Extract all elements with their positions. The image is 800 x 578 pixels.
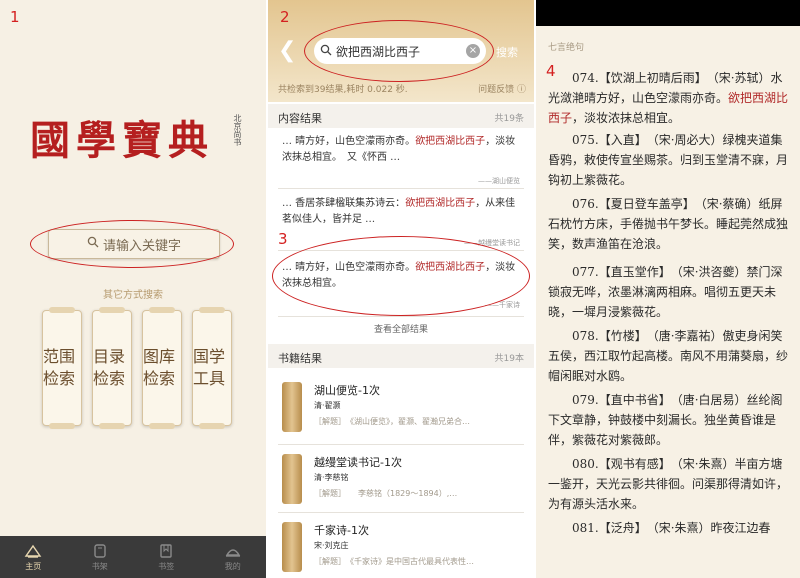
chapter-subtitle: 七言绝句 [548,43,585,53]
result-highlight: 欲把西湖比西子 [405,198,476,209]
highlight-oval [30,220,234,268]
book-title: 千家诗-1次 [314,524,369,537]
result-text: … 晴方好，山色空濛雨亦奇。 [282,136,416,147]
tab-label: 我的 [224,561,241,571]
status-bar [536,0,800,26]
book-item[interactable]: 千家诗-1次 宋·刘克庄 ［解题］ 《千家诗》是中国古代最具代表性… [278,520,524,578]
highlight-oval [304,20,494,82]
home-screen: 1 國學寶典 北京尚书 请输入关键字 其它方式搜索 范围检索 目录检索 图库检索… [0,0,266,578]
back-chevron-icon[interactable]: ❮ [278,38,296,63]
bottom-tab-bar: 主页 书架 书签 我的 [0,536,266,578]
poem-text: 078.【竹楼】 （唐·李嘉祐）傲吏身闲笑五侯，西江取竹起高楼。南风不用蒲葵扇，… [548,329,789,383]
reader-screen: 七言绝句 4 074.【饮湖上初晴后雨】 （宋·苏轼）水光潋滟晴方好，山色空濛雨… [536,0,800,578]
poem-paragraph: 074.【饮湖上初晴后雨】 （宋·苏轼）水光潋滟晴方好，山色空濛雨亦奇。欲把西湖… [548,68,792,128]
poem-paragraph: 081.【泛舟】 （宋·朱熹）昨夜江边春 [548,518,792,538]
step-number: 2 [280,8,290,26]
divider [278,316,524,317]
other-search-label: 其它方式搜索 [103,290,163,301]
view-all-link[interactable]: 查看全部结果 [268,322,534,335]
poem-paragraph: 079.【直中书省】 （唐·白居易）丝纶阁下文章静，钟鼓楼中刻漏长。独坐黄昏谁是… [548,390,792,450]
profile-icon [225,548,240,557]
highlight-oval [272,236,530,316]
divider [278,188,524,189]
poem-text: 081.【泛舟】 （宋·朱熹）昨夜江边春 [572,521,771,535]
range-search-button[interactable]: 范围检索 [42,307,82,429]
app-logo: 國學寶典 [30,117,214,164]
tab-label: 书架 [91,561,108,571]
home-icon [24,544,42,558]
poem-text: 077.【直玉堂作】 （宋·洪咨夔）禁门深锁寂无哗，浓墨淋漓两相麻。唱彻五更天未… [548,265,783,319]
content-results-header: 内容结果 共19条 [268,104,534,128]
book-author: 宋·刘克庄 [314,541,349,550]
result-source: ——湖山便览 [478,177,520,185]
book-title: 越缦堂读书记-1次 [314,456,402,469]
poem-text: 080.【观书有感】 （宋·朱熹）半亩方塘一鉴开，天光云影共徘徊。问渠那得清如许… [548,457,789,511]
poem-paragraph: 078.【竹楼】 （唐·李嘉祐）傲吏身闲笑五侯，西江取竹起高楼。南风不用蒲葵扇，… [548,326,792,386]
book-item[interactable]: 越缦堂读书记-1次 清·李慈铭 ［解题］ 李慈铭（1829～1894）,… [278,452,524,512]
poem-paragraph: 075.【入直】 （宋·周必大）绿槐夹道集昏鸦，敕使传宣坐赐茶。归到玉堂清不寐，… [548,130,792,190]
logo-seal: 北京尚书 [233,114,242,146]
result-highlight: 欲把西湖比西子 [415,136,486,147]
section-count: 共19条 [494,114,524,124]
tab-bookshelf[interactable]: 书架 [67,536,134,578]
search-button[interactable]: 搜索 [496,44,518,60]
tab-label: 书签 [158,561,175,571]
feedback-label: 问题反馈 [478,85,515,95]
result-item[interactable]: … 晴方好，山色空濛雨亦奇。欲把西湖比西子，淡妆浓抹总相宜。 又《怀西 … [282,134,524,166]
book-cover-icon [282,522,302,572]
gallery-search-button[interactable]: 图库检索 [142,307,182,429]
result-item[interactable]: … 香居茶肆楹联集苏诗云：欲把西湖比西子，从来佳茗似佳人，皆并足 … [282,196,524,228]
bookmark-icon [160,543,172,558]
book-desc: ［解题］ 李慈铭（1829～1894）,… [314,489,458,498]
section-count: 共19本 [494,354,524,364]
divider [278,444,524,445]
poem-text: 076.【夏日登车盖亭】 （宋·蔡确）纸屏石枕竹方床，手倦抛书午梦长。睡起莞然成… [548,197,789,251]
catalog-search-button[interactable]: 目录检索 [92,307,132,429]
poem-paragraph: 077.【直玉堂作】 （宋·洪咨夔）禁门深锁寂无哗，浓墨淋漓两相麻。唱彻五更天未… [548,262,792,322]
bookshelf-icon [94,543,106,558]
search-results-screen: 2 ❮ 欲把西湖比西子 × 搜索 共检索到39结果,耗时 0.022 秒. 问题… [268,0,534,578]
section-title: 书籍结果 [278,352,322,365]
tab-bookmark[interactable]: 书签 [133,536,200,578]
divider [278,512,524,513]
step-number: 1 [10,8,20,26]
poem-text: 079.【直中书省】 （唐·白居易）丝纶阁下文章静，钟鼓楼中刻漏长。独坐黄昏谁是… [548,393,783,447]
tab-profile[interactable]: 我的 [200,536,267,578]
book-cover-icon [282,454,302,504]
book-title: 湖山便览-1次 [314,384,380,397]
book-desc: ［解题］ 《湖山便览》，翟灏、翟瀚兄弟合… [314,417,470,426]
poem-text: 075.【入直】 （宋·周必大）绿槐夹道集昏鸦，敕使传宣坐赐茶。归到玉堂清不寐，… [548,133,789,187]
poem-text: ，淡妆浓抹总相宜。 [572,111,681,125]
book-results-header: 书籍结果 共19本 [268,344,534,368]
book-item[interactable]: 湖山便览-1次 清·翟灏 ［解题］ 《湖山便览》，翟灏、翟瀚兄弟合… [278,380,524,440]
tab-label: 主页 [25,561,42,571]
poem-paragraph: 076.【夏日登车盖亭】 （宋·蔡确）纸屏石枕竹方床，手倦抛书午梦长。睡起莞然成… [548,194,792,254]
result-text: … 香居茶肆楹联集苏诗云： [282,198,406,209]
tab-home[interactable]: 主页 [0,536,67,578]
book-author: 清·李慈铭 [314,473,349,482]
book-cover-icon [282,382,302,432]
sinology-tools-button[interactable]: 国学工具 [192,307,232,429]
step-number: 3 [278,230,288,248]
book-author: 清·翟灏 [314,401,341,410]
section-title: 内容结果 [278,112,322,125]
feedback-link[interactable]: 问题反馈 ⓘ [478,82,526,95]
book-desc: ［解题］ 《千家诗》是中国古代最具代表性… [314,557,474,566]
result-count: 共检索到39结果,耗时 0.022 秒. [278,85,408,95]
poem-paragraph: 080.【观书有感】 （宋·朱熹）半亩方塘一鉴开，天光云影共徘徊。问渠那得清如许… [548,454,792,514]
